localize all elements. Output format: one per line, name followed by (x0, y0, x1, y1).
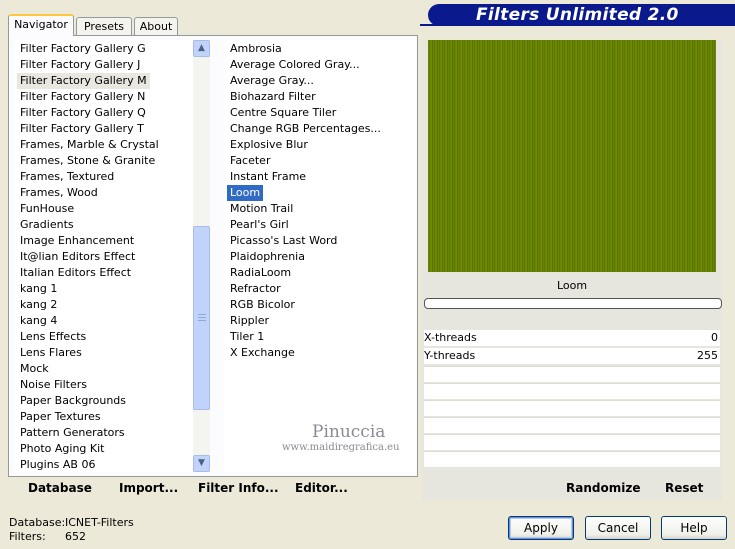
list-item[interactable]: Gradients (20, 217, 74, 233)
empty-param-row (424, 451, 720, 467)
list-item[interactable]: Biohazard Filter (230, 89, 316, 105)
category-scrollbar[interactable]: ▲ ▼ (193, 40, 210, 472)
list-item[interactable]: Filter Factory Gallery Q (20, 105, 146, 121)
list-item[interactable]: Image Enhancement (20, 233, 134, 249)
param-label: X-threads (424, 331, 477, 344)
grip-line (198, 320, 206, 321)
empty-param-row (424, 434, 720, 450)
list-item[interactable]: Pearl's Girl (230, 217, 289, 233)
tab-navigator[interactable]: Navigator (8, 14, 74, 36)
list-item[interactable]: kang 2 (20, 297, 57, 313)
list-item[interactable]: Picasso's Last Word (230, 233, 337, 249)
param-label: Y-threads (424, 349, 476, 362)
preview-filter-name: Loom (556, 279, 588, 292)
param-value: 255 (697, 349, 718, 362)
list-item[interactable]: Frames, Wood (20, 185, 98, 201)
param-x-threads[interactable]: X-threads 0 (424, 330, 720, 346)
scroll-thumb[interactable] (193, 226, 210, 410)
list-item[interactable]: Filter Factory Gallery G (20, 41, 146, 57)
filter-info-button[interactable]: Filter Info... (198, 478, 279, 498)
empty-param-row (424, 400, 720, 416)
empty-param-row (424, 366, 720, 382)
list-item[interactable]: Loom (227, 185, 264, 201)
database-button[interactable]: Database (28, 478, 92, 498)
list-item[interactable]: Instant Frame (230, 169, 306, 185)
grip-line (198, 314, 206, 315)
list-item[interactable]: Frames, Marble & Crystal (20, 137, 159, 153)
list-item[interactable]: Lens Effects (20, 329, 86, 345)
grip-line (198, 317, 206, 318)
list-item[interactable]: Lens Flares (20, 345, 82, 361)
list-item[interactable]: Paper Textures (20, 409, 101, 425)
list-item[interactable]: Refractor (230, 281, 281, 297)
scroll-down-button[interactable]: ▼ (193, 455, 210, 472)
list-item[interactable]: Filter Factory Gallery M (17, 73, 150, 89)
tab-presets[interactable]: Presets (76, 17, 132, 35)
database-label: Database: (9, 516, 66, 529)
list-item[interactable]: RGB Bicolor (230, 297, 295, 313)
apply-button[interactable]: Apply (508, 516, 574, 540)
list-item[interactable]: Motion Trail (230, 201, 293, 217)
list-item[interactable]: Faceter (230, 153, 270, 169)
watermark-name: Pinuccia (312, 422, 386, 442)
preview-image (428, 40, 716, 272)
list-item[interactable]: kang 1 (20, 281, 57, 297)
filter-list[interactable]: Ambrosia Average Colored Gray... Average G… (224, 40, 416, 472)
list-item[interactable]: Average Colored Gray... (230, 57, 360, 73)
progress-bar (424, 298, 722, 309)
empty-param-row (424, 417, 720, 433)
list-item[interactable]: It@lian Editors Effect (20, 249, 135, 265)
list-item[interactable]: Change RGB Percentages... (230, 121, 381, 137)
empty-param-row (424, 383, 720, 399)
status-info: Database:ICNET-Filters Filters: 652 (9, 516, 134, 544)
list-item[interactable]: Average Gray... (230, 73, 314, 89)
cancel-button[interactable]: Cancel (585, 516, 651, 540)
list-item[interactable]: Pattern Generators (20, 425, 125, 441)
list-item[interactable]: Paper Backgrounds (20, 393, 126, 409)
list-item[interactable]: Italian Editors Effect (20, 265, 131, 281)
filters-label: Filters: (9, 530, 46, 543)
list-item[interactable]: Rippler (230, 313, 269, 329)
list-item[interactable]: FunHouse (20, 201, 74, 217)
import-button[interactable]: Import... (119, 478, 178, 498)
list-item[interactable]: Filter Factory Gallery T (20, 121, 144, 137)
app-title: Filters Unlimited 2.0 (476, 5, 679, 25)
param-y-threads[interactable]: Y-threads 255 (424, 348, 720, 364)
scroll-up-button[interactable]: ▲ (193, 40, 210, 57)
list-item[interactable]: Filter Factory Gallery J (20, 57, 140, 73)
help-button[interactable]: Help (661, 516, 727, 540)
param-value: 0 (711, 331, 718, 344)
list-item[interactable]: Mock (20, 361, 49, 377)
editor-button[interactable]: Editor... (295, 478, 348, 498)
list-item[interactable]: Noise Filters (20, 377, 87, 393)
list-item[interactable]: Plaidophrenia (230, 249, 305, 265)
tab-about[interactable]: About (134, 17, 178, 35)
watermark-url: www.maidiregrafica.eu (282, 442, 400, 453)
chevron-down-icon: ▼ (198, 458, 205, 468)
list-item[interactable]: Photo Aging Kit (20, 441, 104, 457)
list-item[interactable]: Frames, Stone & Granite (20, 153, 155, 169)
list-item[interactable]: Ambrosia (230, 41, 282, 57)
list-item[interactable]: Plugins AB 06 (20, 457, 95, 472)
list-item[interactable]: Centre Square Tiler (230, 105, 336, 121)
list-item[interactable]: Filter Factory Gallery N (20, 89, 145, 105)
list-item[interactable]: RadiaLoom (230, 265, 291, 281)
chevron-up-icon: ▲ (198, 43, 205, 53)
list-item[interactable]: X Exchange (230, 345, 295, 361)
list-item[interactable]: Explosive Blur (230, 137, 308, 153)
list-item[interactable]: Tiler 1 (230, 329, 264, 345)
reset-button[interactable]: Reset (665, 478, 703, 498)
filters-count: 652 (65, 530, 86, 543)
database-value: ICNET-Filters (65, 516, 134, 529)
navigator-actions: Database Import... Filter Info... Editor… (14, 478, 416, 498)
category-list[interactable]: Filter Factory Gallery G Filter Factory G… (14, 40, 210, 472)
randomize-button[interactable]: Randomize (566, 478, 640, 498)
list-item[interactable]: kang 4 (20, 313, 57, 329)
list-item[interactable]: Frames, Textured (20, 169, 114, 185)
